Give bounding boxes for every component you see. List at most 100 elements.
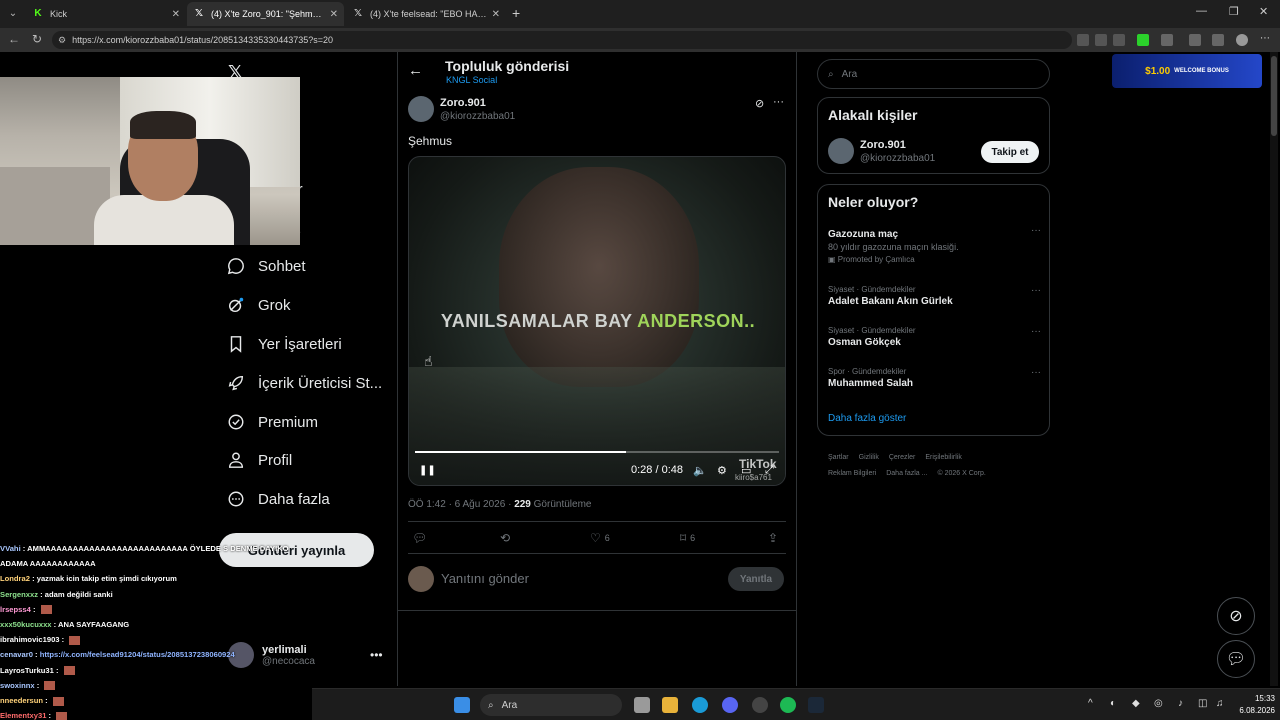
footer-link[interactable]: Çerezler <box>889 454 915 461</box>
post-timestamp[interactable]: ÖÖ 1:42 · 6 Ağu 2026 · <box>408 499 514 510</box>
extension-icon[interactable] <box>1077 34 1089 46</box>
more-dots-icon[interactable]: ··· <box>773 96 784 108</box>
nav-item-creator-studio[interactable]: İçerik Üreticisi St... <box>226 368 382 398</box>
pause-icon[interactable]: ❚❚ <box>419 465 436 476</box>
profile-avatar[interactable] <box>1236 34 1248 46</box>
windows-start-icon[interactable] <box>454 697 470 713</box>
mic-icon[interactable]: ♪ <box>1178 698 1183 709</box>
taskbar-search[interactable]: ⌕ Ara <box>480 694 622 716</box>
close-window-icon[interactable]: ✕ <box>1259 5 1268 18</box>
back-icon[interactable]: ← <box>8 32 20 46</box>
reply-input[interactable]: Yanıtını gönder <box>441 571 529 586</box>
reply-button[interactable]: 💬︎ <box>412 531 427 545</box>
footer-link[interactable]: Erişilebilirlik <box>925 454 962 461</box>
tab-x-zoro[interactable]: 𝕏 (4) X'te Zoro_901: "Şehmus h ✕ <box>187 2 344 26</box>
trend-item[interactable]: Gazozuna maç 80 yıldır gazozuna maçın kl… <box>828 227 1038 264</box>
chat-username[interactable]: swoxinnx <box>0 681 35 690</box>
close-icon[interactable]: ✕ <box>330 9 338 20</box>
chat-username[interactable]: LayrosTurku31 <box>0 666 54 675</box>
nav-item-more[interactable]: Daha fazla <box>226 484 330 514</box>
menu-dots-icon[interactable]: ⋯ <box>1260 34 1272 46</box>
search-input[interactable]: ⌕ Ara <box>817 59 1050 89</box>
tab-kick[interactable]: K Kick ✕ <box>26 2 186 26</box>
more-dots-icon[interactable]: ··· <box>1031 225 1041 236</box>
scrollbar-thumb[interactable] <box>1271 56 1277 136</box>
volume-icon[interactable]: 🔈 <box>693 464 707 477</box>
file-explorer-icon[interactable] <box>662 697 678 713</box>
chevron-up-icon[interactable]: ^ <box>1088 698 1093 709</box>
chat-username[interactable]: ibrahimovic1903 <box>0 635 60 644</box>
spotify-icon[interactable] <box>780 697 796 713</box>
nav-item-premium[interactable]: Premium <box>226 407 318 437</box>
video-progress-bar[interactable] <box>415 451 779 453</box>
steam-icon[interactable] <box>808 697 824 713</box>
grok-fab-button[interactable]: ⊘ <box>1217 597 1255 635</box>
messages-fab-button[interactable]: 💬︎ <box>1217 640 1255 678</box>
reload-icon[interactable]: ↻ <box>32 32 42 46</box>
volume-icon[interactable]: ♫ <box>1216 698 1224 709</box>
more-dots-icon[interactable]: ··· <box>1031 326 1041 337</box>
footer-link[interactable]: Daha fazla ... <box>886 470 927 477</box>
app-icon[interactable] <box>752 697 768 713</box>
author-avatar[interactable] <box>408 96 434 122</box>
follow-button[interactable]: Takip et <box>981 141 1039 163</box>
tray-icon[interactable]: ◆ <box>1132 698 1140 709</box>
footer-link[interactable]: Şartlar <box>828 454 849 461</box>
chat-username[interactable]: nneedersun <box>0 696 43 705</box>
restore-icon[interactable]: ❐ <box>1229 5 1239 18</box>
grok-icon[interactable]: ⊘ <box>755 97 764 110</box>
show-more-link[interactable]: Daha fazla göster <box>828 413 906 424</box>
nav-item-profile[interactable]: Profil <box>226 445 292 475</box>
settings-icon[interactable]: ⚙ <box>717 464 727 477</box>
trend-item[interactable]: Siyaset · Gündemdekiler Adalet Bakanı Ak… <box>828 285 1038 307</box>
pip-icon[interactable]: ▭ <box>741 464 751 477</box>
chat-username[interactable]: lrsepss4 <box>0 605 31 614</box>
related-handle[interactable]: @kiorozzbaba01 <box>860 153 935 164</box>
more-dots-icon[interactable]: ··· <box>1031 367 1041 378</box>
chat-username[interactable]: cenavar0 <box>0 650 33 659</box>
tab-list-button[interactable]: ⌄ <box>4 5 22 23</box>
extension-icon[interactable] <box>1137 34 1149 46</box>
chat-username[interactable]: Londra2 <box>0 574 30 583</box>
taskbar-clock[interactable]: 15:33 6.08.2026 <box>1231 693 1275 717</box>
close-icon[interactable]: ✕ <box>172 9 180 20</box>
extension-icon[interactable] <box>1095 34 1107 46</box>
page-scrollbar[interactable] <box>1270 52 1278 686</box>
extension-icon[interactable] <box>1189 34 1201 46</box>
author-handle[interactable]: @kiorozzbaba01 <box>440 111 515 122</box>
share-button[interactable]: ⇪ <box>768 531 778 545</box>
chat-username[interactable]: VVahi <box>0 544 21 553</box>
wifi-icon[interactable]: ◫ <box>1198 698 1207 709</box>
minimize-icon[interactable]: — <box>1196 5 1207 17</box>
fullscreen-icon[interactable]: ⤢ <box>765 464 774 477</box>
edge-icon[interactable] <box>692 697 708 713</box>
footer-link[interactable]: Gizlilik <box>859 454 879 461</box>
site-info-icon[interactable]: ⚙ <box>58 35 66 46</box>
community-link[interactable]: KNGL Social <box>446 75 497 85</box>
extensions-puzzle-icon[interactable] <box>1161 34 1173 46</box>
more-dots-icon[interactable]: ··· <box>1031 285 1041 296</box>
trend-item[interactable]: Siyaset · Gündemdekiler Osman Gökçek <box>828 326 1038 348</box>
url-field[interactable]: ⚙ https://x.com/kiorozzbaba01/status/208… <box>52 31 1072 49</box>
nav-item-bookmarks[interactable]: Yer İşaretleri <box>226 329 342 359</box>
trend-item[interactable]: Spor · Gündemdekiler Muhammed Salah <box>828 367 1038 389</box>
chat-username[interactable]: Sergenxxz <box>0 590 38 599</box>
footer-link[interactable]: Reklam Bilgileri <box>828 470 876 477</box>
repost-button[interactable]: ⟲ <box>500 531 510 545</box>
ad-banner[interactable]: $1.00 WELCOME BONUS <box>1112 54 1262 88</box>
tray-icon[interactable]: ◐ <box>1110 698 1116 709</box>
related-name[interactable]: Zoro.901 <box>860 139 906 151</box>
reply-submit-button[interactable]: Yanıtla <box>728 567 784 591</box>
favorites-icon[interactable] <box>1212 34 1224 46</box>
task-view-icon[interactable] <box>634 697 650 713</box>
bookmark-button[interactable]: ⌑ 6 <box>680 531 695 545</box>
like-button[interactable]: ♡ 6 <box>590 531 610 545</box>
video-player[interactable]: YANILSAMALAR BAY ANDERSON.. ☝ TikTok kii… <box>408 156 786 486</box>
chat-link[interactable]: https://x.com/feelsead91204/status/20851… <box>40 650 235 659</box>
more-dots-icon[interactable]: ••• <box>370 648 383 662</box>
back-arrow-icon[interactable]: ← <box>408 62 423 79</box>
nav-item-chat[interactable]: Sohbet <box>226 251 306 281</box>
nav-item-grok[interactable]: Grok <box>226 290 291 320</box>
avatar[interactable] <box>828 138 854 164</box>
close-icon[interactable]: ✕ <box>492 9 500 20</box>
